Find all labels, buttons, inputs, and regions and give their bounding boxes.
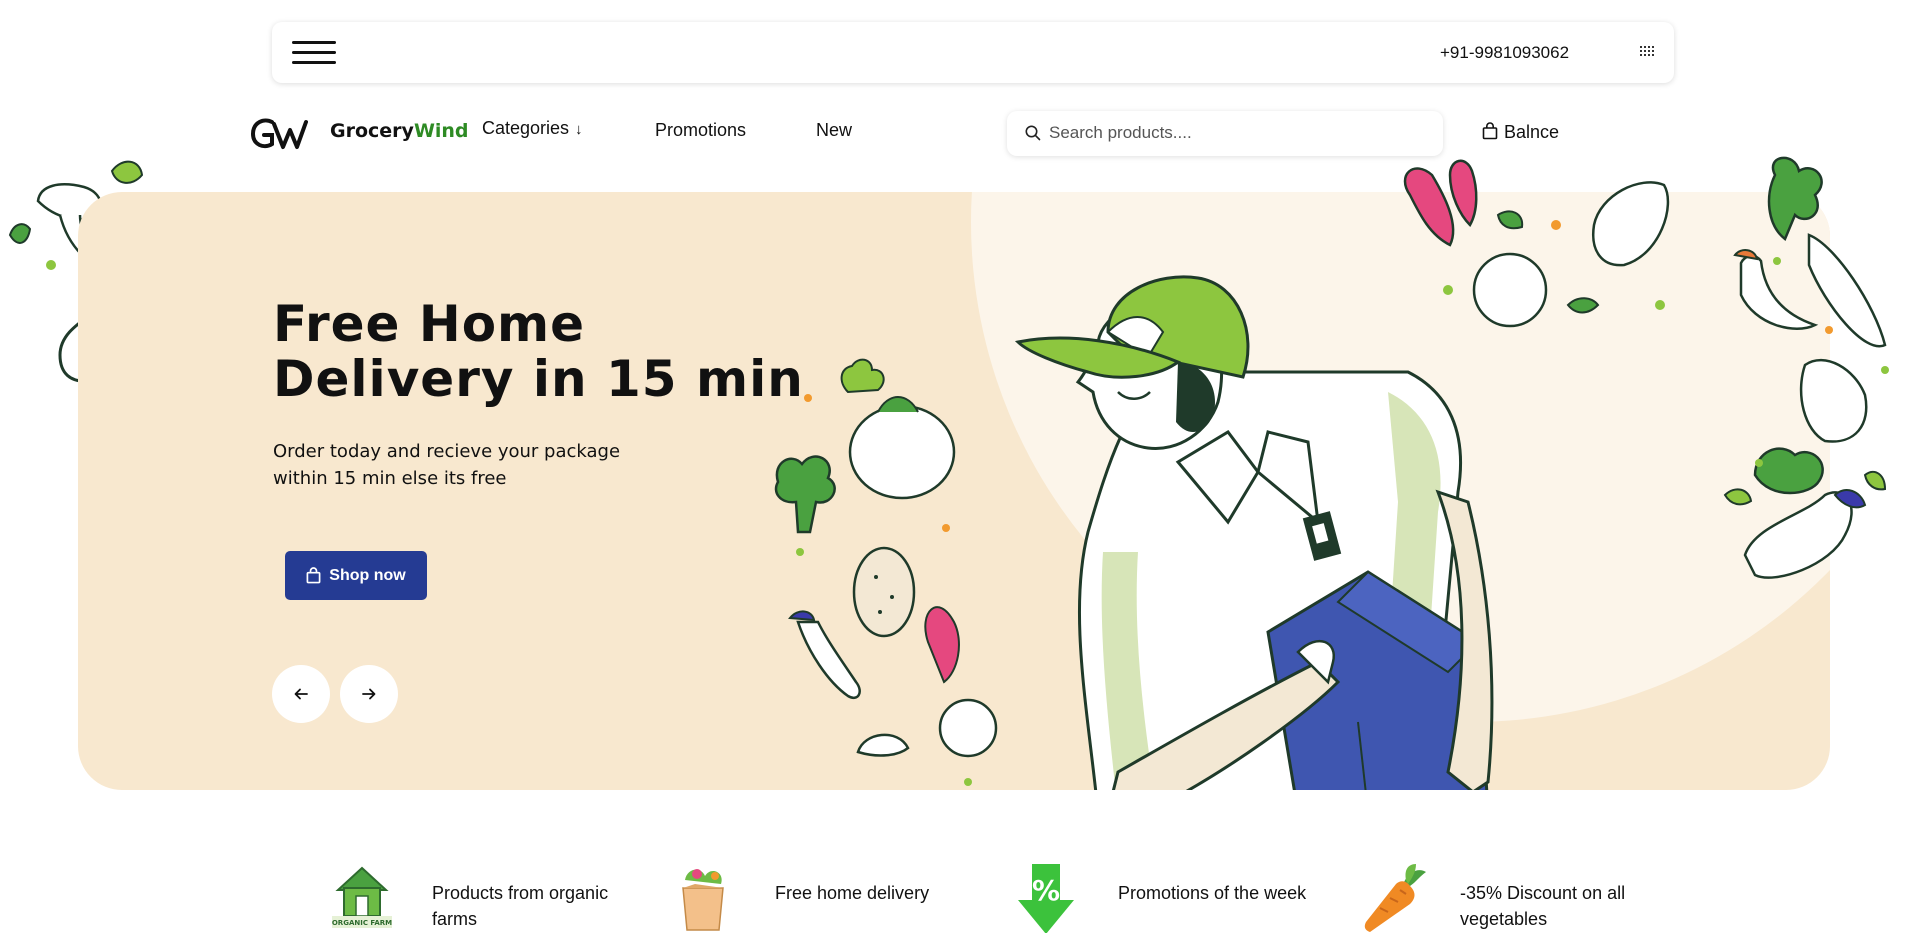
cart-button[interactable]: Balnce [1482,122,1559,143]
arrow-down-icon: ↓ [575,121,583,138]
arrow-left-icon [294,688,308,700]
shop-now-button[interactable]: Shop now [285,551,427,600]
hamburger-menu-icon[interactable] [292,41,336,65]
phone-number[interactable]: +91-9981093062 [1440,43,1569,63]
brand-name[interactable]: GroceryWind [330,120,469,142]
nav-categories[interactable]: Categories ↓ [482,118,583,139]
svg-text:%: % [1032,874,1060,907]
right-vegetables-illustration [1723,156,1889,579]
carrot-icon [1364,864,1426,932]
search-icon [1025,125,1041,141]
feature-label: Promotions of the week [1118,883,1307,903]
search-input[interactable] [1049,121,1419,145]
nav-new[interactable]: New [816,120,852,141]
bag-icon [1482,122,1498,140]
feature-label: Free home delivery [775,883,930,903]
feature-label: Products from organic farms [432,883,609,929]
bag-icon [306,567,321,584]
percent-arrow-icon: % [1018,864,1074,933]
feature-label: -35% Discount on all vegetables [1460,883,1626,929]
carousel-next-button[interactable] [340,665,398,723]
search-box [1007,111,1443,156]
top-bar: +91-9981093062 [272,22,1674,83]
nav-promotions[interactable]: Promotions [655,120,746,141]
features-row: ORGANIC FARM Products from organic farms… [0,860,1920,933]
hero-vegetables-illustration [774,358,998,786]
carousel-prev-button[interactable] [272,665,330,723]
hero-title: Free Home Delivery in 15 min [273,295,804,408]
top-right-vegetables-illustration [1403,159,1670,328]
organic-farm-icon: ORGANIC FARM [332,866,392,928]
logo-icon[interactable]: GW [250,116,308,152]
arrow-right-icon [362,688,376,700]
hero-subtitle: Order today and recieve your package wit… [273,441,621,489]
svg-text:ORGANIC FARM: ORGANIC FARM [332,919,392,927]
grid-menu-icon[interactable] [1640,46,1654,56]
grocery-bag-icon [682,869,724,931]
